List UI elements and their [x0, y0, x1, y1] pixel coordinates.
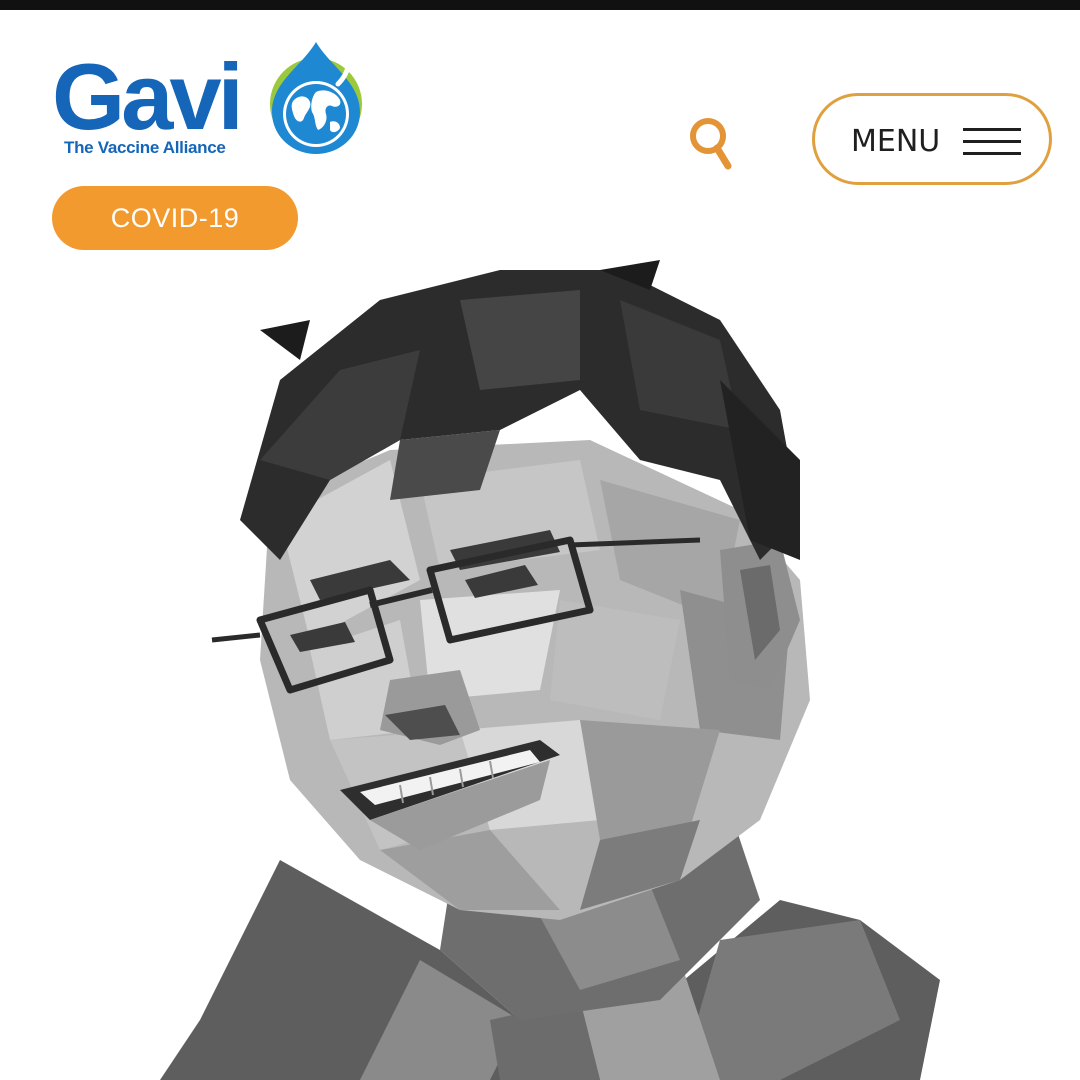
globe-water-drop-icon	[270, 42, 362, 154]
page: Gavi The Vaccine Alliance COVID-19 MENU	[0, 0, 1080, 1080]
top-bar	[0, 0, 1080, 10]
portrait-illustration	[160, 260, 940, 1080]
gavi-logo[interactable]: Gavi The Vaccine Alliance	[52, 38, 382, 163]
logo-tagline: The Vaccine Alliance	[64, 138, 226, 157]
search-button[interactable]	[684, 112, 738, 176]
logo-wordmark: Gavi	[52, 44, 244, 149]
covid-19-button[interactable]: COVID-19	[52, 186, 298, 250]
hamburger-icon	[963, 128, 1021, 155]
search-icon	[690, 118, 732, 170]
menu-button[interactable]: MENU	[812, 93, 1052, 185]
menu-label: MENU	[851, 124, 941, 159]
